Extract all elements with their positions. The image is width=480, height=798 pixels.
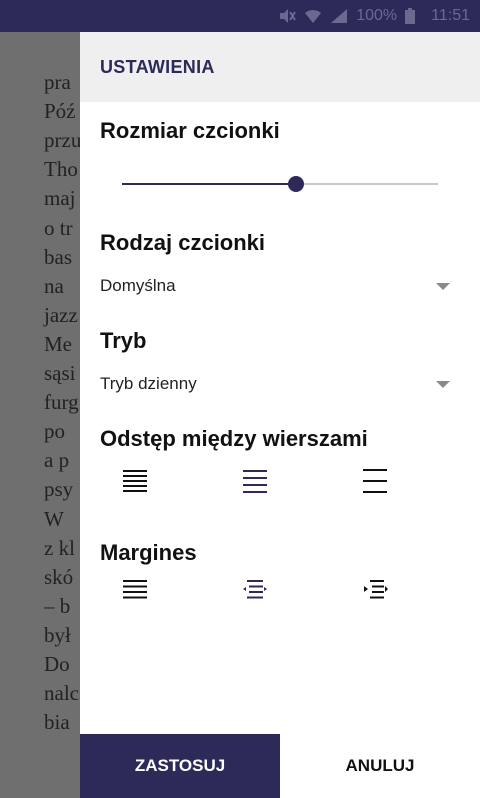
book-text-line: bia — [44, 710, 70, 735]
dialog-header: USTAWIENIA — [80, 32, 480, 102]
line-spacing-large-icon[interactable] — [360, 466, 390, 496]
line-spacing-medium-icon[interactable] — [240, 466, 270, 496]
line-spacing-options — [120, 466, 390, 496]
battery-icon — [405, 8, 423, 24]
book-text-line: maj — [44, 186, 76, 211]
book-text-line: o tr — [44, 215, 73, 240]
book-text-line: Póź — [44, 99, 76, 124]
signal-icon — [330, 8, 348, 24]
font-size-label: Rozmiar czcionki — [100, 118, 280, 143]
line-spacing-label: Odstęp między wierszami — [100, 426, 368, 451]
clock: 11:51 — [431, 7, 470, 24]
book-text-line: był — [44, 622, 71, 647]
font-type-label: Rodzaj czcionki — [100, 230, 266, 255]
font-type-dropdown[interactable]: Domyślna — [100, 271, 452, 301]
apply-button[interactable]: ZASTOSUJ — [80, 734, 280, 798]
mute-icon — [278, 8, 297, 24]
cancel-button[interactable]: ANULUJ — [280, 734, 480, 798]
book-text-line: pra — [44, 70, 71, 94]
line-spacing-small-icon[interactable] — [120, 466, 150, 496]
book-text-line: – b — [44, 593, 71, 618]
book-text-line: a p — [44, 448, 70, 473]
slider-track-fill — [122, 183, 296, 185]
book-text-line: sąsi — [44, 361, 76, 385]
wifi-icon — [304, 8, 322, 24]
book-text-line: na — [44, 273, 64, 298]
dropdown-arrow-icon — [436, 380, 450, 388]
font-size-slider[interactable] — [122, 174, 438, 194]
book-text-line: Do — [44, 652, 70, 676]
margin-medium-icon[interactable] — [240, 575, 270, 605]
book-text-line: przu — [44, 128, 82, 153]
book-text-line: Me — [44, 331, 72, 356]
book-text-line: z kl — [44, 535, 75, 560]
margins-label: Margines — [100, 540, 197, 565]
book-text-line: furg — [44, 390, 79, 415]
book-text-line: nalc — [44, 681, 79, 706]
settings-dialog: USTAWIENIA Rozmiar czcionki Rodzaj czcio… — [80, 32, 480, 798]
font-type-value: Domyślna — [100, 276, 176, 295]
slider-thumb[interactable] — [287, 176, 304, 192]
dialog-title: USTAWIENIA — [100, 56, 215, 77]
book-text-line: po — [44, 419, 65, 444]
status-bar: 100% 11:51 — [0, 0, 480, 32]
mode-dropdown[interactable]: Tryb dzienny — [100, 369, 452, 399]
battery-percent: 100% — [356, 7, 398, 24]
book-text-line: W — [44, 506, 64, 531]
book-text-line: Tho — [44, 157, 78, 182]
margin-none-icon[interactable] — [120, 575, 150, 605]
margin-large-icon[interactable] — [360, 575, 390, 605]
book-text-line: skó — [44, 564, 74, 589]
book-text-line: bas — [44, 244, 72, 269]
mode-value: Tryb dzienny — [100, 374, 197, 393]
book-text-line: psy — [44, 477, 74, 502]
dropdown-arrow-icon — [436, 282, 450, 290]
mode-label: Tryb — [100, 328, 147, 353]
book-text-line: jazz — [44, 302, 78, 327]
margin-options — [120, 575, 390, 605]
